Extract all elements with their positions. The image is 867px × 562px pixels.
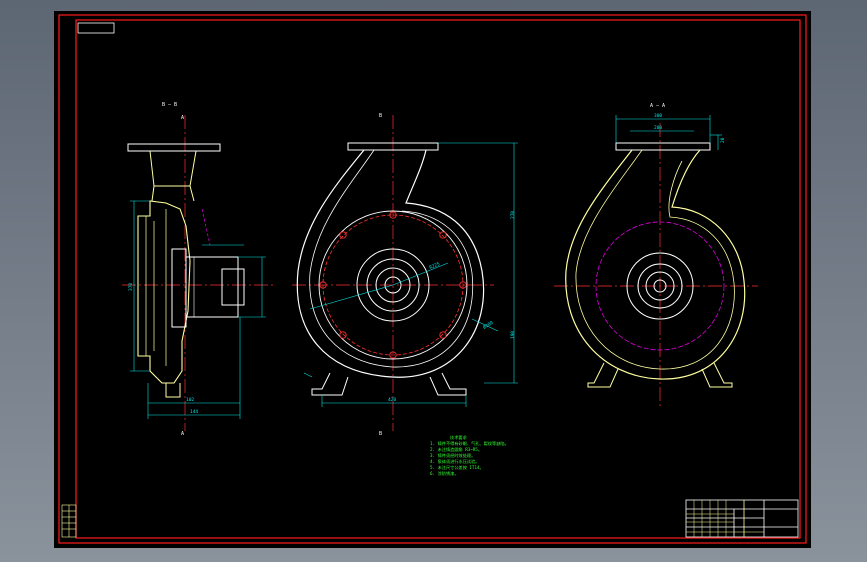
- side-section-view: B — B A A 370 102 144: [122, 102, 276, 437]
- notes-line-2: 2. 未注铸造圆角 R3~R5。: [430, 446, 482, 453]
- section-aa-label: A — A: [650, 103, 665, 109]
- side-dimensions: [130, 200, 266, 419]
- notes-line-4: 4. 泵体须进行水压试验。: [430, 458, 479, 465]
- side-view-mark-top: A: [181, 115, 184, 121]
- section-aa-view: A — A 300 200 20: [554, 103, 758, 406]
- notes-line-1: 1. 铸件不得有砂眼、气孔、裂纹等缺陷。: [430, 440, 509, 447]
- front-volute-outer: [296, 149, 485, 378]
- side-discharge-flange: [127, 143, 221, 152]
- side-discharge-neck: [149, 150, 197, 187]
- front-left-foot: [311, 372, 349, 396]
- front-right-foot: [429, 372, 467, 396]
- title-block: [685, 499, 799, 538]
- notes-line-5: 5. 未注尺寸公差按 IT14。: [430, 464, 484, 471]
- side-shaft-boss: [221, 268, 245, 306]
- notes-line-3: 3. 铸件须经时效处理。: [430, 452, 475, 459]
- front-dim-upper-height: 270: [510, 211, 516, 219]
- front-dimensions: [303, 142, 518, 407]
- notes-heading: 技术要求: [450, 434, 468, 441]
- side-view-label: B — B: [162, 102, 177, 108]
- front-dim-base-width: 420: [388, 397, 396, 403]
- side-rear-cover: [171, 248, 187, 328]
- side-drain-boss: [165, 383, 181, 398]
- section-dim-flange-side: 20: [720, 137, 726, 143]
- section-dimensions: [615, 115, 722, 150]
- section-dim-flange-inner: 200: [654, 125, 662, 131]
- front-view-label-bottom: B: [379, 431, 382, 437]
- section-right-foot: [701, 362, 733, 388]
- front-view: B B 270 190 R225 Ø280 420: [292, 113, 518, 437]
- front-dim-radius: R225: [429, 261, 442, 271]
- section-volute-inner: [575, 149, 735, 370]
- section-discharge-flange: [615, 142, 711, 151]
- title-block-detail: [686, 500, 764, 537]
- side-block: [61, 504, 77, 538]
- section-dim-flange-width: 300: [654, 113, 662, 119]
- front-dim-lower-height: 190: [510, 331, 516, 339]
- cad-viewport[interactable]: B — B A A 370 102 144 B B 270 190 R225 Ø…: [54, 11, 811, 548]
- notes-line-6: 6. 涂防锈漆。: [430, 470, 459, 477]
- drawing-number-box: [77, 22, 115, 34]
- side-dim-bottom-1: 102: [186, 397, 194, 403]
- front-dim-diameter: Ø280: [482, 319, 495, 331]
- side-dim-height: 370: [128, 283, 134, 291]
- front-view-label-top: B: [379, 113, 382, 119]
- side-magenta-hidden: [201, 208, 211, 246]
- pump-casing-drawing: B — B A A 370 102 144 B B 270 190 R225 Ø…: [58, 14, 807, 544]
- side-view-mark-bottom: A: [181, 431, 184, 437]
- side-dim-bottom-2: 144: [190, 409, 198, 415]
- technical-notes: 技术要求 1. 铸件不得有砂眼、气孔、裂纹等缺陷。 2. 未注铸造圆角 R3~R…: [430, 434, 509, 477]
